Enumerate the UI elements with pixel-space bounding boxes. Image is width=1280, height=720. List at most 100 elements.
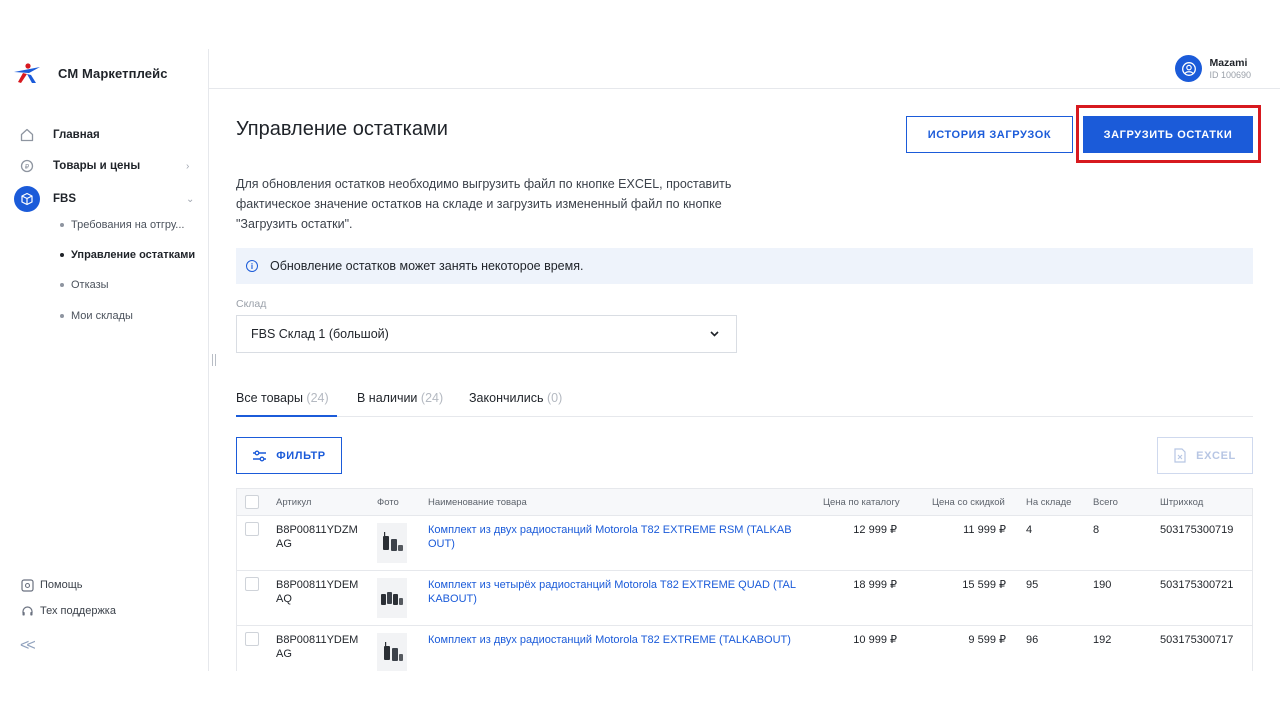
cell-sku: B8P00811YDEMAQ [276, 579, 359, 605]
sidebar-item-label: Главная [53, 129, 100, 141]
radio-set-icon [384, 642, 403, 661]
cell-total: 8 [1093, 524, 1100, 536]
row-checkbox[interactable] [245, 632, 259, 646]
home-icon [14, 122, 40, 148]
description-line: Для обновления остатков необходимо выгру… [236, 177, 732, 191]
collapse-sidebar-icon[interactable]: << [20, 637, 36, 655]
sidebar-item-home[interactable]: Главная [14, 122, 100, 148]
tag-icon: ₽ [14, 153, 40, 179]
user-name: Mazami [1209, 57, 1248, 69]
upload-stock-button[interactable]: ЗАГРУЗИТЬ ОСТАТКИ [1083, 116, 1253, 153]
logo[interactable]: СМ Маркетплейс [12, 61, 168, 85]
sidebar-resize-handle[interactable] [212, 354, 216, 366]
description-line: фактическое значение остатков на складе … [236, 197, 722, 211]
products-table: Артикул Фото Наименование товара Цена по… [236, 488, 1253, 671]
warehouse-label: Склад [236, 298, 267, 310]
headset-icon [20, 604, 34, 618]
column-header-name: Наименование товара [428, 497, 527, 508]
cell-total: 190 [1093, 579, 1112, 591]
cell-sku: B8P00811YDEMAG [276, 634, 359, 660]
column-header-barcode: Штрихкод [1160, 497, 1204, 508]
description-line: "Загрузить остатки". [236, 217, 353, 231]
file-excel-icon [1174, 448, 1186, 463]
sidebar-help[interactable]: Помощь [20, 578, 83, 592]
cell-stock: 96 [1026, 634, 1039, 646]
radio-set-icon [381, 592, 403, 605]
product-photo[interactable] [377, 578, 407, 618]
cell-barcode: 503175300721 [1160, 579, 1234, 591]
sidebar-subitem-label: Управление остатками [71, 249, 196, 261]
cell-catalog-price: 10 999 ₽ [853, 634, 897, 646]
cell-product-name-link[interactable]: Комплект из четырёх радиостанций Motorol… [428, 578, 798, 606]
cell-product-name-link[interactable]: Комплект из двух радиостанций Motorola T… [428, 523, 798, 551]
sidebar-item-label: Товары и цены [53, 160, 141, 172]
app-window: СМ Маркетплейс Главная ₽ Товары и цены ›… [0, 0, 1280, 720]
sidebar-item-fbs[interactable]: FBS ⌄ [14, 186, 194, 212]
column-header-catalog-price: Цена по каталогу [823, 497, 900, 508]
bullet-icon [60, 283, 64, 287]
cell-stock: 4 [1026, 524, 1033, 536]
cell-total: 192 [1093, 634, 1112, 646]
cell-barcode: 503175300717 [1160, 634, 1234, 646]
row-checkbox[interactable] [245, 522, 259, 536]
sidebar-support-label: Тех поддержка [40, 605, 116, 617]
info-banner-text: Обновление остатков может занять некотор… [270, 259, 584, 273]
tab-label: В наличии [357, 391, 418, 405]
filter-button[interactable]: ФИЛЬТР [236, 437, 342, 474]
cell-catalog-price: 12 999 ₽ [853, 524, 897, 536]
sidebar-subitem-stock-management[interactable]: Управление остатками [60, 249, 195, 261]
excel-button-label: EXCEL [1196, 449, 1236, 462]
product-tabs: Все товары (24) В наличии (24) Закончили… [236, 386, 1253, 417]
column-header-discount-price: Цена со скидкой [932, 497, 1005, 508]
tab-all-products[interactable]: Все товары (24) [236, 391, 337, 417]
tab-in-stock[interactable]: В наличии (24) [357, 391, 443, 417]
select-all-checkbox[interactable] [245, 495, 259, 509]
brand-logo-icon [14, 63, 40, 83]
column-header-sku: Артикул [276, 497, 312, 508]
cell-product-name-link[interactable]: Комплект из двух радиостанций Motorola T… [428, 633, 798, 647]
sidebar-item-products[interactable]: ₽ Товары и цены › [14, 153, 189, 179]
chevron-down-icon [709, 328, 720, 342]
row-checkbox[interactable] [245, 577, 259, 591]
sidebar-help-label: Помощь [40, 579, 83, 591]
cell-discount-price: 9 599 ₽ [968, 634, 1006, 646]
upload-history-button[interactable]: ИСТОРИЯ ЗАГРУЗОК [906, 116, 1073, 153]
box-icon [14, 186, 40, 212]
sidebar: СМ Маркетплейс Главная ₽ Товары и цены ›… [0, 49, 209, 671]
cell-catalog-price: 18 999 ₽ [853, 579, 897, 591]
info-icon: i [246, 260, 258, 272]
column-header-total: Всего [1093, 497, 1118, 508]
cell-sku: B8P00811YDZMAG [276, 524, 358, 550]
tab-label: Закончились [469, 391, 544, 405]
svg-text:₽: ₽ [25, 163, 30, 171]
excel-export-button[interactable]: EXCEL [1157, 437, 1253, 474]
cell-discount-price: 11 999 ₽ [963, 524, 1006, 536]
product-photo[interactable] [377, 523, 407, 563]
bullet-icon [60, 253, 64, 257]
filter-icon [253, 450, 267, 461]
bullet-icon [60, 314, 64, 318]
table-header: Артикул Фото Наименование товара Цена по… [237, 489, 1252, 516]
chevron-right-icon: › [186, 160, 190, 172]
tab-label: Все товары [236, 391, 303, 405]
tab-count: (24) [306, 391, 329, 405]
info-banner: i Обновление остатков может занять некот… [236, 248, 1253, 284]
filter-button-label: ФИЛЬТР [276, 449, 326, 462]
warehouse-select[interactable]: FBS Склад 1 (большой) [236, 315, 737, 353]
sidebar-subitem-label: Отказы [71, 279, 109, 291]
sidebar-subitem-shipment-requirements[interactable]: Требования на отгру... [60, 219, 184, 231]
page-title: Управление остатками [236, 118, 448, 140]
sidebar-support[interactable]: Тех поддержка [20, 604, 116, 618]
sidebar-item-label: FBS [53, 193, 76, 205]
sidebar-subitem-my-warehouses[interactable]: Мои склады [60, 310, 133, 322]
tab-count: (24) [420, 391, 444, 405]
product-photo[interactable] [377, 633, 407, 671]
user-menu[interactable]: Mazami ID 100690 [1175, 55, 1251, 82]
app-name: СМ Маркетплейс [58, 65, 168, 81]
tab-out-of-stock[interactable]: Закончились (0) [469, 391, 562, 417]
column-header-stock: На складе [1026, 497, 1072, 508]
sidebar-subitem-refusals[interactable]: Отказы [60, 279, 109, 291]
cell-discount-price: 15 599 ₽ [962, 579, 1006, 591]
tab-count: (0) [546, 391, 563, 405]
help-icon [20, 578, 34, 592]
